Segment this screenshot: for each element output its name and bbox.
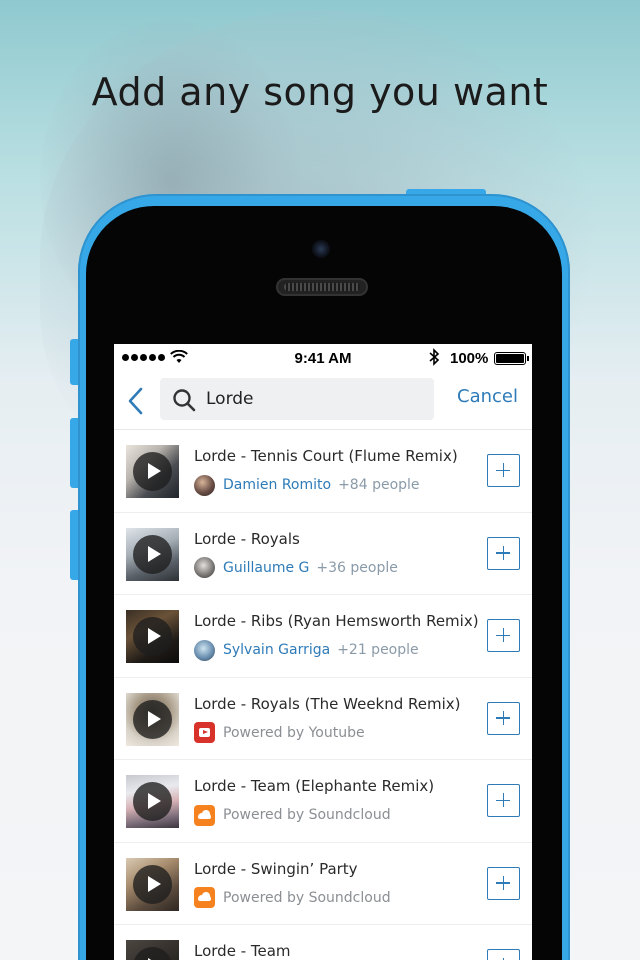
track-title: Lorde - Ribs (Ryan Hemsworth Remix) xyxy=(194,612,479,630)
track-subtitle: Powered by Soundcloud xyxy=(194,887,391,909)
result-row[interactable]: Lorde - Team (Elephante Remix) Powered by… xyxy=(114,760,532,843)
add-song-button[interactable] xyxy=(487,619,520,652)
track-subtitle: Guillaume G +36 people xyxy=(194,557,398,579)
play-icon[interactable] xyxy=(133,864,172,904)
shared-by-user-link[interactable]: Guillaume G xyxy=(223,560,309,576)
add-song-button[interactable] xyxy=(487,701,520,735)
add-song-button[interactable] xyxy=(487,536,520,570)
result-row[interactable]: Lorde - Swingin’ Party Powered by Soundcl… xyxy=(114,843,532,925)
result-row[interactable]: Lorde - Royals (The Weeknd Remix) Powered… xyxy=(114,678,532,760)
shared-by-user-link[interactable]: Damien Romito xyxy=(223,477,331,493)
youtube-icon xyxy=(194,722,215,743)
track-title: Lorde - Royals xyxy=(194,529,300,548)
shared-by-user-link[interactable]: Sylvain Garriga xyxy=(223,642,330,658)
back-button[interactable] xyxy=(122,384,152,418)
earpiece-speaker xyxy=(276,278,368,296)
people-count: +21 people xyxy=(337,642,419,658)
track-thumbnail xyxy=(126,610,179,663)
track-subtitle: Powered by Soundcloud xyxy=(194,804,391,826)
phone-volume-down xyxy=(70,510,78,580)
result-row[interactable]: Lorde - Tennis Court (Flume Remix) Damien… xyxy=(114,430,532,513)
track-subtitle: Sylvain Garriga +21 people xyxy=(194,639,419,661)
status-bar: 9:41 AM 100% xyxy=(114,344,532,372)
track-title: Lorde - Team (Elephante Remix) xyxy=(194,777,435,795)
headline: Add any song you want xyxy=(91,70,549,114)
play-icon[interactable] xyxy=(133,617,172,656)
play-icon[interactable] xyxy=(133,699,172,739)
phone-mute-switch xyxy=(70,339,78,385)
search-bar: Lorde Cancel xyxy=(114,372,532,430)
battery-icon xyxy=(494,352,529,365)
add-song-button[interactable] xyxy=(487,866,520,900)
track-thumbnail xyxy=(126,857,179,911)
people-count: +36 people xyxy=(316,559,398,576)
result-row[interactable]: Lorde - Team xyxy=(114,925,532,960)
chevron-left-icon xyxy=(128,387,143,415)
play-icon[interactable] xyxy=(133,782,172,821)
track-thumbnail xyxy=(126,940,179,960)
avatar xyxy=(194,639,215,661)
search-icon xyxy=(173,389,196,412)
powered-by-label: Powered by Soundcloud xyxy=(223,807,391,823)
powered-by-label: Powered by Youtube xyxy=(223,724,365,741)
add-song-button[interactable] xyxy=(487,784,520,817)
track-title: Lorde - Swingin’ Party xyxy=(194,859,358,878)
search-input[interactable]: Lorde xyxy=(160,378,434,420)
track-title: Lorde - Tennis Court (Flume Remix) xyxy=(194,447,458,465)
track-thumbnail xyxy=(126,445,179,498)
result-row[interactable]: Lorde - Royals Guillaume G +36 people xyxy=(114,513,532,595)
track-title: Lorde - Team xyxy=(194,942,291,960)
add-song-button[interactable] xyxy=(487,949,520,960)
avatar xyxy=(194,474,215,496)
people-count: +84 people xyxy=(338,477,420,493)
powered-by-label: Powered by Soundcloud xyxy=(223,889,391,906)
avatar xyxy=(194,557,215,578)
track-thumbnail xyxy=(126,775,179,828)
phone-screen: 9:41 AM 100% Lorde Cancel Lorde - Tennis… xyxy=(114,344,532,960)
bluetooth-icon xyxy=(429,348,440,366)
play-icon[interactable] xyxy=(133,947,172,960)
results-list: Lorde - Tennis Court (Flume Remix) Damien… xyxy=(114,430,532,960)
track-thumbnail xyxy=(126,527,179,581)
track-title: Lorde - Royals (The Weeknd Remix) xyxy=(194,694,461,713)
track-thumbnail xyxy=(126,692,179,746)
phone-volume-up xyxy=(70,418,78,488)
play-icon[interactable] xyxy=(133,534,172,574)
front-camera xyxy=(312,240,330,258)
add-song-button[interactable] xyxy=(487,454,520,487)
play-icon[interactable] xyxy=(133,452,172,491)
track-subtitle: Damien Romito +84 people xyxy=(194,474,420,496)
battery-percentage: 100% xyxy=(450,350,489,367)
search-query: Lorde xyxy=(206,389,254,409)
cancel-button[interactable]: Cancel xyxy=(457,386,518,407)
track-subtitle: Powered by Youtube xyxy=(194,722,365,744)
soundcloud-icon xyxy=(194,804,215,826)
result-row[interactable]: Lorde - Ribs (Ryan Hemsworth Remix) Sylva… xyxy=(114,595,532,678)
soundcloud-icon xyxy=(194,887,215,908)
